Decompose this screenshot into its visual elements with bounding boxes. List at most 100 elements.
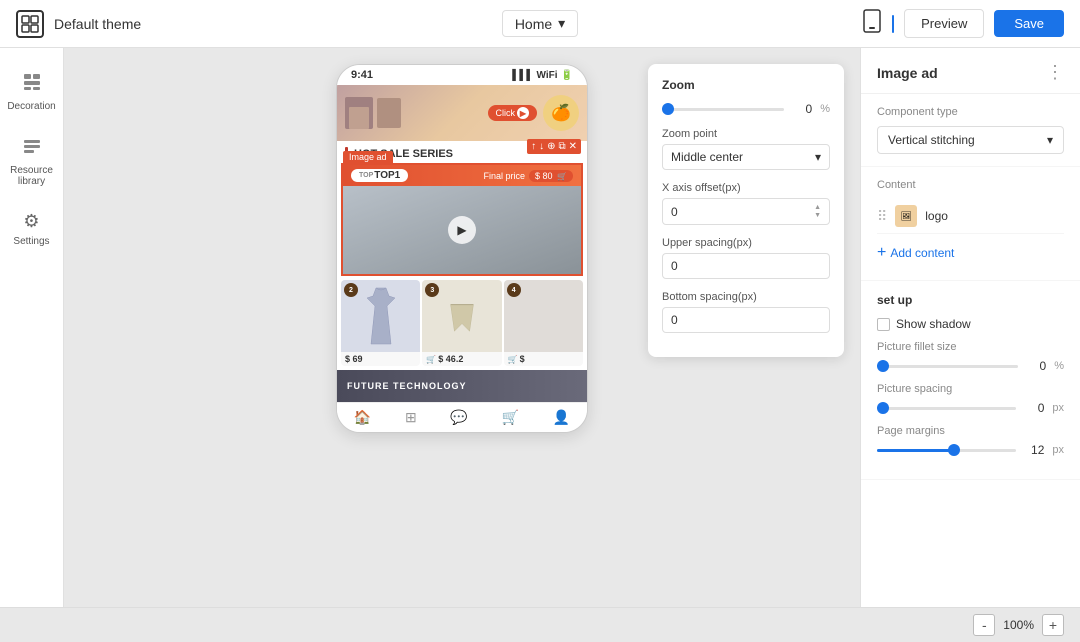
product-badge-3: 4 bbox=[507, 283, 521, 297]
zoom-level: 100% bbox=[1003, 618, 1034, 632]
chevron-down-icon: ▾ bbox=[1047, 133, 1053, 147]
product-price-2: 🛒 $ 46.2 bbox=[422, 352, 501, 366]
content-item-logo: ⠿ 🖼 logo bbox=[877, 199, 1064, 234]
play-button[interactable]: ▶ bbox=[448, 216, 476, 244]
ad-top-row: TOP TOP1 Final price $ 80 🛒 bbox=[343, 165, 581, 186]
main-layout: Decoration Resource library ⚙ Settings 9… bbox=[0, 48, 1080, 607]
show-shadow-checkbox[interactable] bbox=[877, 318, 890, 331]
margins-value: 12 bbox=[1024, 443, 1044, 457]
zoom-point-select[interactable]: Middle center ▾ bbox=[662, 144, 830, 170]
banner-click-button[interactable]: Click ▶ bbox=[488, 105, 538, 121]
zoom-panel: Zoom 0 % Zoom point Middle center ▾ X ax… bbox=[648, 64, 844, 357]
component-type-section: Component type Vertical stitching ▾ bbox=[861, 94, 1080, 167]
theme-title: Default theme bbox=[54, 16, 141, 32]
drag-handle[interactable]: ⠿ bbox=[877, 208, 887, 225]
upper-spacing-input[interactable]: 0 bbox=[662, 253, 830, 279]
setup-section: set up Show shadow Picture fillet size 0… bbox=[861, 281, 1080, 480]
margins-slider[interactable] bbox=[877, 449, 1016, 452]
content-section: Content ⠿ 🖼 logo + Add content bbox=[861, 167, 1080, 281]
sidebar-item-settings[interactable]: ⚙ Settings bbox=[4, 203, 60, 255]
nav-profile-icon[interactable]: 👤 bbox=[553, 409, 570, 426]
canvas-area: 9:41 ▌▌▌ WiFi 🔋 Click bbox=[64, 48, 860, 607]
content-thumb: 🖼 bbox=[895, 205, 917, 227]
image-ad-toolbar: ↑ ↓ ⊕ ⧉ ✕ bbox=[527, 139, 581, 154]
chevron-down-icon: ▾ bbox=[815, 150, 821, 164]
image-ad-section[interactable]: Image ad ↑ ↓ ⊕ ⧉ ✕ TOP TOP1 Final price bbox=[341, 163, 583, 276]
bottom-spacing-input[interactable]: 0 bbox=[662, 307, 830, 333]
sidebar-item-resource[interactable]: Resource library bbox=[4, 128, 60, 195]
show-shadow-label: Show shadow bbox=[896, 317, 971, 331]
x-axis-input[interactable]: 0 ▲ ▼ bbox=[662, 198, 830, 225]
preview-button[interactable]: Preview bbox=[904, 9, 984, 38]
price-badge: $ 80 🛒 bbox=[529, 170, 573, 182]
add-content-button[interactable]: + Add content bbox=[877, 238, 1064, 268]
nav-chat-icon[interactable]: 💬 bbox=[450, 409, 467, 426]
signal-icon: ▌▌▌ bbox=[512, 70, 533, 81]
fillet-unit: % bbox=[1054, 360, 1064, 372]
product-card-3[interactable]: 4 🛒 $ bbox=[504, 280, 583, 366]
product-card-2[interactable]: 3 🛒 $ 46.2 bbox=[422, 280, 501, 366]
app-logo[interactable] bbox=[16, 10, 44, 38]
bottom-bar: - 100% + bbox=[0, 607, 1080, 642]
product-card-1[interactable]: 2 $ 69 bbox=[341, 280, 420, 366]
panel-title: Image ad bbox=[877, 65, 938, 81]
panel-more-button[interactable]: ⋮ bbox=[1046, 62, 1064, 83]
bottom-spacing-label: Bottom spacing(px) bbox=[662, 291, 830, 303]
margins-thumb bbox=[948, 444, 960, 456]
x-axis-value: 0 bbox=[671, 205, 678, 219]
zoom-slider[interactable] bbox=[662, 108, 784, 111]
fillet-size-section: Picture fillet size 0 % bbox=[877, 341, 1064, 373]
settings-icon: ⚙ bbox=[23, 211, 39, 232]
sidebar-item-decoration[interactable]: Decoration bbox=[4, 64, 60, 120]
right-panel: Image ad ⋮ Component type Vertical stitc… bbox=[860, 48, 1080, 607]
toolbar-move[interactable]: ⊕ bbox=[547, 141, 555, 152]
save-button[interactable]: Save bbox=[994, 10, 1064, 37]
zoom-slider-row: 0 % bbox=[662, 102, 830, 116]
spacing-slider[interactable] bbox=[877, 407, 1016, 410]
component-type-select[interactable]: Vertical stitching ▾ bbox=[877, 126, 1064, 154]
product-badge-1: 2 bbox=[344, 283, 358, 297]
toolbar-copy[interactable]: ⧉ bbox=[558, 141, 565, 152]
zoom-minus-button[interactable]: - bbox=[973, 614, 995, 636]
x-down[interactable]: ▼ bbox=[814, 212, 821, 219]
fillet-label: Picture fillet size bbox=[877, 341, 1064, 353]
toolbar-delete[interactable]: ✕ bbox=[569, 141, 577, 152]
upper-spacing-value: 0 bbox=[671, 259, 678, 273]
product-grid: 2 $ 69 3 bbox=[337, 276, 587, 366]
nav-cart-icon[interactable]: 🛒 bbox=[502, 409, 519, 426]
image-ad-label: Image ad bbox=[343, 151, 393, 163]
nav-grid-icon[interactable]: ⊞ bbox=[405, 409, 417, 426]
content-name-logo: logo bbox=[925, 209, 948, 223]
component-type-value: Vertical stitching bbox=[888, 133, 975, 147]
x-up[interactable]: ▲ bbox=[814, 204, 821, 211]
resource-icon bbox=[22, 136, 42, 161]
page-margins-section: Page margins 12 px bbox=[877, 425, 1064, 457]
banner-image: Click ▶ 🍊 bbox=[337, 85, 587, 141]
margins-unit: px bbox=[1052, 444, 1064, 456]
margins-row: 12 px bbox=[877, 443, 1064, 457]
cart-icon-2: 🛒 bbox=[426, 355, 436, 364]
nav-home-icon[interactable]: 🏠 bbox=[354, 409, 371, 426]
picture-spacing-section: Picture spacing 0 px bbox=[877, 383, 1064, 415]
margins-fill bbox=[877, 449, 954, 452]
toolbar-down[interactable]: ↓ bbox=[539, 141, 544, 152]
future-title: FUTURE TECHNOLOGY bbox=[347, 381, 467, 391]
nav-dropdown-value: Home bbox=[515, 16, 552, 32]
resource-label: Resource library bbox=[8, 165, 56, 187]
zoom-plus-button[interactable]: + bbox=[1042, 614, 1064, 636]
toolbar-up[interactable]: ↑ bbox=[531, 141, 536, 152]
show-shadow-row: Show shadow bbox=[877, 317, 1064, 331]
product-image-1: 2 bbox=[341, 280, 420, 352]
spacing-unit: px bbox=[1052, 402, 1064, 414]
future-section: FUTURE TECHNOLOGY bbox=[337, 370, 587, 402]
fillet-slider[interactable] bbox=[877, 365, 1018, 368]
content-label: Content bbox=[877, 179, 1064, 191]
nav-dropdown[interactable]: Home ▾ bbox=[502, 10, 578, 37]
status-time: 9:41 bbox=[351, 69, 373, 81]
cart-icon-3: 🛒 bbox=[508, 355, 518, 364]
status-bar: 9:41 ▌▌▌ WiFi 🔋 bbox=[337, 65, 587, 85]
wifi-icon: WiFi bbox=[537, 70, 558, 81]
ad-badge: TOP TOP1 bbox=[351, 169, 408, 182]
video-thumbnail: ▶ bbox=[343, 186, 581, 274]
status-icons: ▌▌▌ WiFi 🔋 bbox=[512, 70, 573, 81]
